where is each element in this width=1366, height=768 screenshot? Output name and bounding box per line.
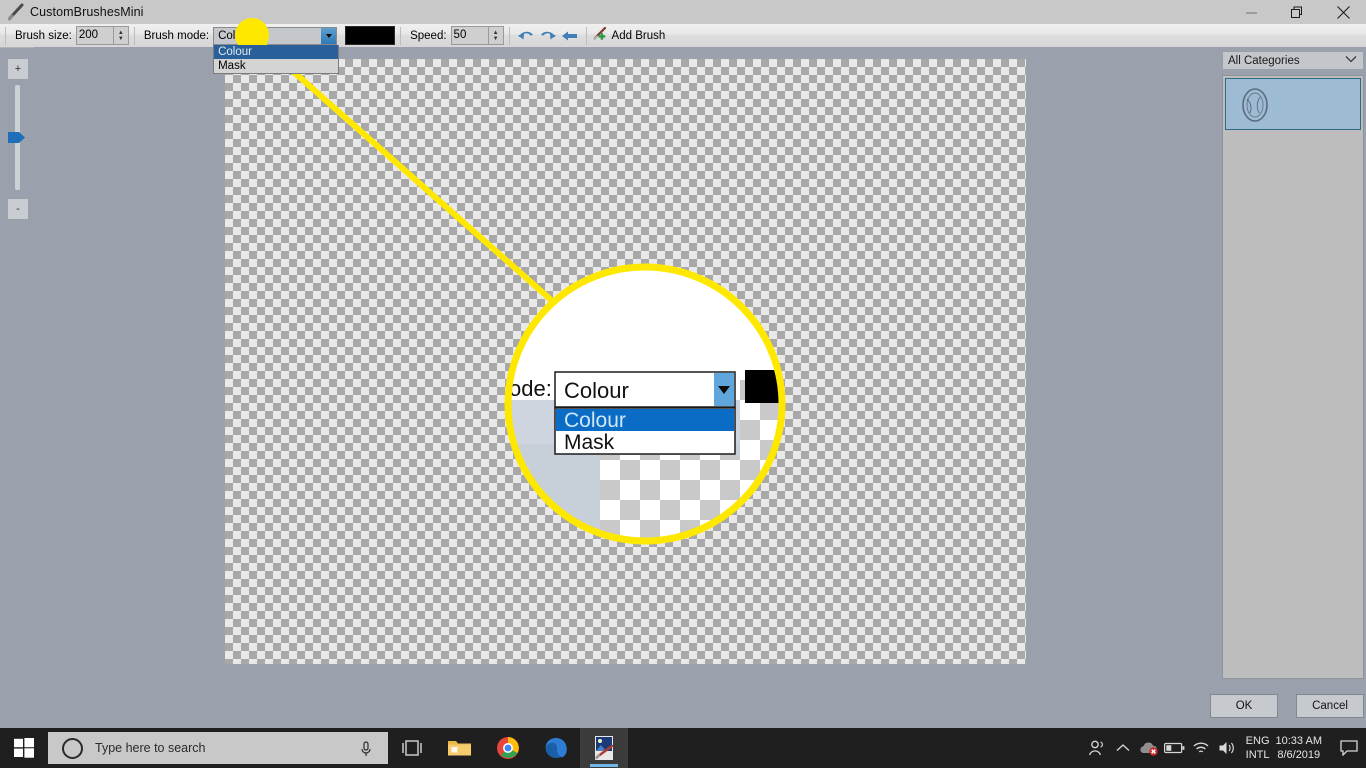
toolbar: Brush size: ▲ ▼ Brush mode: Colour Colou… <box>0 24 1366 74</box>
microphone-icon[interactable] <box>360 741 372 762</box>
file-explorer-icon[interactable] <box>436 728 484 768</box>
volume-icon[interactable] <box>1214 728 1240 768</box>
search-box[interactable]: Type here to search <box>48 732 388 764</box>
battery-icon[interactable] <box>1162 728 1188 768</box>
add-brush-button[interactable]: Add Brush <box>592 26 666 45</box>
chevron-down-icon[interactable] <box>1345 55 1363 66</box>
window-controls <box>1228 0 1366 24</box>
category-combobox[interactable]: All Categories <box>1222 51 1364 70</box>
ok-button[interactable]: OK <box>1210 694 1278 718</box>
zoom-in-button[interactable]: + <box>7 58 29 80</box>
speed-spin-arrows[interactable]: ▲ ▼ <box>487 27 503 44</box>
back-button[interactable] <box>559 26 581 45</box>
brush-size-stepper[interactable]: ▲ ▼ <box>75 26 129 45</box>
clock-time: 10:33 AM <box>1275 735 1322 747</box>
window-title: CustomBrushesMini <box>30 5 144 19</box>
system-tray: ENG INTL 10:33 AM 8/6/2019 <box>1084 728 1366 768</box>
toolbar-divider <box>133 26 135 45</box>
brush-mode-label: Brush mode: <box>143 29 210 42</box>
chevron-down-icon[interactable] <box>321 27 337 44</box>
taskbar: Type here to search ENG INTL 10:33 AM 8/… <box>0 728 1366 768</box>
speed-input[interactable] <box>451 27 488 42</box>
chrome-icon[interactable] <box>484 728 532 768</box>
minimize-button[interactable] <box>1228 0 1274 24</box>
spin-down-icon[interactable]: ▼ <box>493 36 499 42</box>
brush-thumbnail-icon <box>1234 83 1278 127</box>
brush-size-spin-arrows[interactable]: ▲ ▼ <box>112 27 128 44</box>
network-wifi-icon[interactable] <box>1188 728 1214 768</box>
speed-label: Speed: <box>410 29 447 42</box>
language-indicator[interactable]: ENG INTL <box>1246 734 1270 762</box>
language-line-1: ENG <box>1245 735 1270 747</box>
add-brush-label: Add Brush <box>611 29 666 42</box>
zoom-slider-panel: + - <box>0 47 34 707</box>
redo-button[interactable] <box>537 26 559 45</box>
brush-size-label: Brush size: <box>15 29 72 42</box>
zoom-out-button[interactable]: - <box>7 198 29 220</box>
brush-size-input[interactable] <box>76 27 113 42</box>
dialog-button-row: OK Cancel <box>1200 694 1366 718</box>
onedrive-icon[interactable] <box>1136 728 1162 768</box>
language-line-2: INTL <box>1245 749 1270 761</box>
task-view-button[interactable] <box>388 728 436 768</box>
brush-mode-combo-wrap: Colour Colour Mask <box>213 26 340 74</box>
category-value: All Categories <box>1228 54 1300 67</box>
brush-list[interactable] <box>1222 75 1364 679</box>
edge-icon[interactable] <box>532 728 580 768</box>
restore-button[interactable] <box>1274 0 1320 24</box>
brush-library-panel: All Categories <box>1218 47 1366 707</box>
start-button[interactable] <box>0 728 48 768</box>
toolbar-divider <box>5 26 6 45</box>
add-brush-icon <box>592 26 609 45</box>
paint-shop-pro-icon[interactable] <box>580 728 628 768</box>
action-center-icon[interactable] <box>1332 728 1366 768</box>
dropdown-option-colour[interactable]: Colour <box>214 44 339 59</box>
spin-down-icon[interactable]: ▼ <box>118 36 124 42</box>
search-placeholder: Type here to search <box>95 741 206 755</box>
clock-date: 8/6/2019 <box>1277 749 1321 761</box>
toolbar-divider <box>508 26 510 45</box>
close-button[interactable] <box>1320 0 1366 24</box>
speed-stepper[interactable]: ▲ ▼ <box>450 26 504 45</box>
color-swatch-button[interactable] <box>345 26 396 45</box>
brush-icon <box>6 2 28 22</box>
toolbar-divider <box>400 26 402 45</box>
people-icon[interactable] <box>1084 728 1110 768</box>
toolbar-divider <box>585 26 587 45</box>
show-hidden-icons-chevron-up-icon[interactable] <box>1110 728 1136 768</box>
zoom-slider-thumb[interactable] <box>8 131 26 144</box>
transparent-canvas[interactable] <box>225 59 1026 664</box>
dropdown-option-mask[interactable]: Mask <box>214 59 338 73</box>
undo-button[interactable] <box>515 26 537 45</box>
canvas-area[interactable] <box>34 47 1218 707</box>
brush-mode-combobox[interactable]: Colour <box>213 26 338 45</box>
cancel-button[interactable]: Cancel <box>1296 694 1364 718</box>
cortana-icon <box>62 737 83 759</box>
clock[interactable]: 10:33 AM 8/6/2019 <box>1276 734 1322 762</box>
brush-mode-dropdown-list[interactable]: Colour Mask <box>213 44 340 74</box>
brush-list-item[interactable] <box>1225 78 1361 130</box>
brush-mode-value: Colour <box>218 29 252 42</box>
title-bar: CustomBrushesMini <box>0 0 1366 24</box>
application-window: CustomBrushesMini Brush size: 200 ▲ ▼ Br… <box>0 0 1366 768</box>
